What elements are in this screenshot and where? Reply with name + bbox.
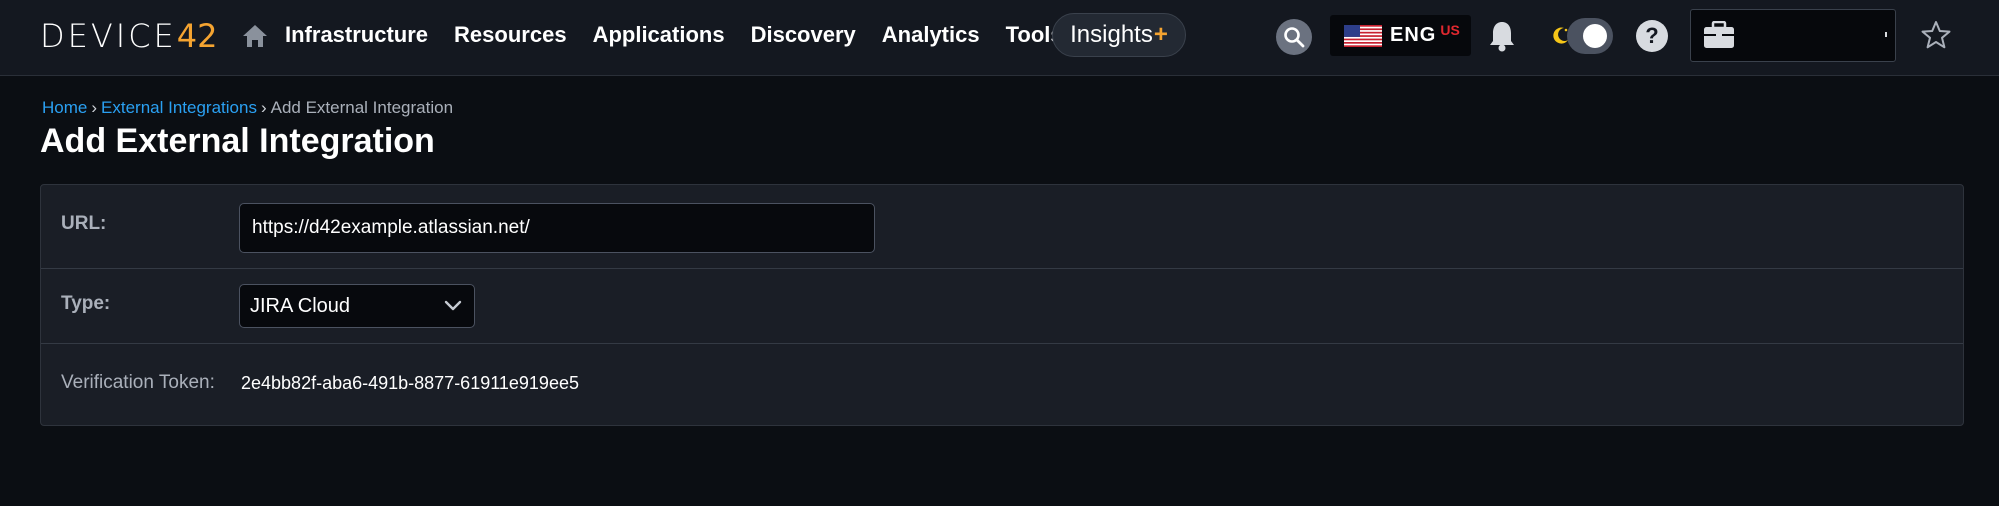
device42-logo[interactable]: DEVICE42 <box>40 16 217 56</box>
type-select[interactable]: JIRA Cloud <box>239 284 475 328</box>
search-button[interactable] <box>1276 19 1312 55</box>
chevron-down-icon <box>444 300 462 311</box>
insights-plus: + <box>1153 21 1168 48</box>
favorite-button[interactable] <box>1919 18 1953 52</box>
bell-icon <box>1490 22 1514 52</box>
nav-item-resources[interactable]: Resources <box>454 22 567 48</box>
insights-label: Insights <box>1070 21 1153 48</box>
nav-item-analytics[interactable]: Analytics <box>882 22 980 48</box>
url-input[interactable] <box>239 203 875 253</box>
breadcrumb-external-integrations[interactable]: External Integrations <box>101 98 257 117</box>
url-row: URL: <box>41 185 1963 269</box>
nav-item-infrastructure[interactable]: Infrastructure <box>285 22 428 48</box>
breadcrumb-separator: › <box>260 98 267 117</box>
page-title: Add External Integration <box>40 122 435 160</box>
language-region: US <box>1440 21 1460 38</box>
type-row: Type: JIRA Cloud <box>41 269 1963 344</box>
logo-text: DEVICE <box>40 17 177 55</box>
workspace-selector[interactable] <box>1690 9 1896 62</box>
top-navigation-bar: DEVICE42 Infrastructure Resources Applic… <box>0 0 1999 76</box>
briefcase-icon <box>1704 21 1734 48</box>
help-button[interactable]: ? <box>1636 20 1668 52</box>
integration-form-card: URL: Type: JIRA Cloud Verification Token… <box>40 184 1964 426</box>
type-label: Type: <box>61 293 111 314</box>
token-row: Verification Token: 2e4bb82f-aba6-491b-8… <box>41 344 1963 427</box>
nav-item-discovery[interactable]: Discovery <box>751 22 856 48</box>
star-icon <box>1921 21 1951 49</box>
dropdown-indicator <box>1885 32 1887 37</box>
language-selector[interactable]: ENG US <box>1330 15 1471 56</box>
verification-token-label: Verification Token: <box>61 372 215 393</box>
notifications-button[interactable] <box>1486 18 1518 54</box>
us-flag-icon <box>1344 24 1382 47</box>
language-code: ENG <box>1390 24 1437 46</box>
insights-button[interactable]: Insights + <box>1052 13 1186 57</box>
home-icon[interactable] <box>241 22 269 50</box>
breadcrumb-home[interactable]: Home <box>42 98 87 117</box>
verification-token-value: 2e4bb82f-aba6-491b-8877-61911e919ee5 <box>241 373 579 393</box>
toggle-knob <box>1583 24 1607 48</box>
nav-item-applications[interactable]: Applications <box>593 22 725 48</box>
logo-number: 42 <box>176 17 218 55</box>
main-nav: Infrastructure Resources Applications Di… <box>285 0 1089 70</box>
url-label: URL: <box>61 213 107 234</box>
breadcrumb-separator: › <box>91 98 98 117</box>
search-icon <box>1284 27 1305 48</box>
type-selected-value: JIRA Cloud <box>250 295 351 317</box>
theme-toggle[interactable] <box>1551 17 1613 55</box>
breadcrumb-current: Add External Integration <box>270 98 454 117</box>
help-icon: ? <box>1645 23 1659 48</box>
breadcrumb: Home › External Integrations › Add External … <box>42 98 453 118</box>
